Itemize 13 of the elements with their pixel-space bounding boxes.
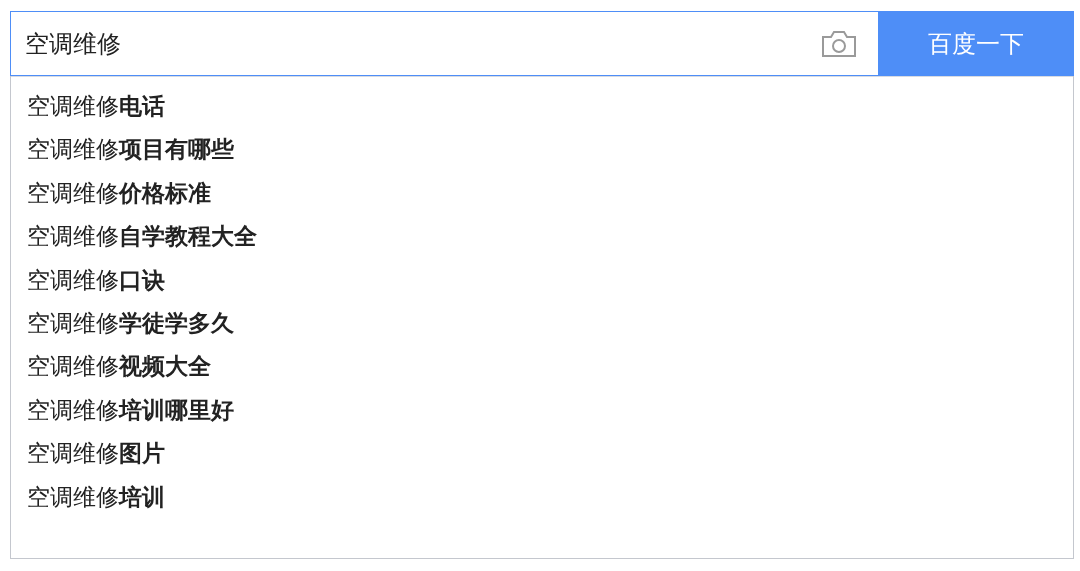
suggestion-item[interactable]: 空调维修电话 [27,85,165,129]
search-field[interactable]: 空调维修 [10,11,878,76]
camera-icon[interactable] [820,28,858,59]
search-value: 空调维修 [25,28,122,60]
suggestion-item[interactable]: 空调维修学徒学多久 [27,302,234,346]
suggestion-item[interactable]: 空调维修培训 [27,475,165,520]
suggestion-item[interactable]: 空调维修自学教程大全 [27,215,257,259]
suggestion-item[interactable]: 空调维修培训哪里好 [27,388,234,433]
suggestion-item[interactable]: 空调维修价格标准 [27,171,211,216]
suggestion-item[interactable]: 空调维修图片 [27,432,165,476]
suggestion-item[interactable]: 空调维修项目有哪些 [27,128,234,172]
suggestion-item[interactable]: 空调维修视频大全 [27,345,211,389]
suggestion-item[interactable]: 空调维修口诀 [27,258,165,303]
